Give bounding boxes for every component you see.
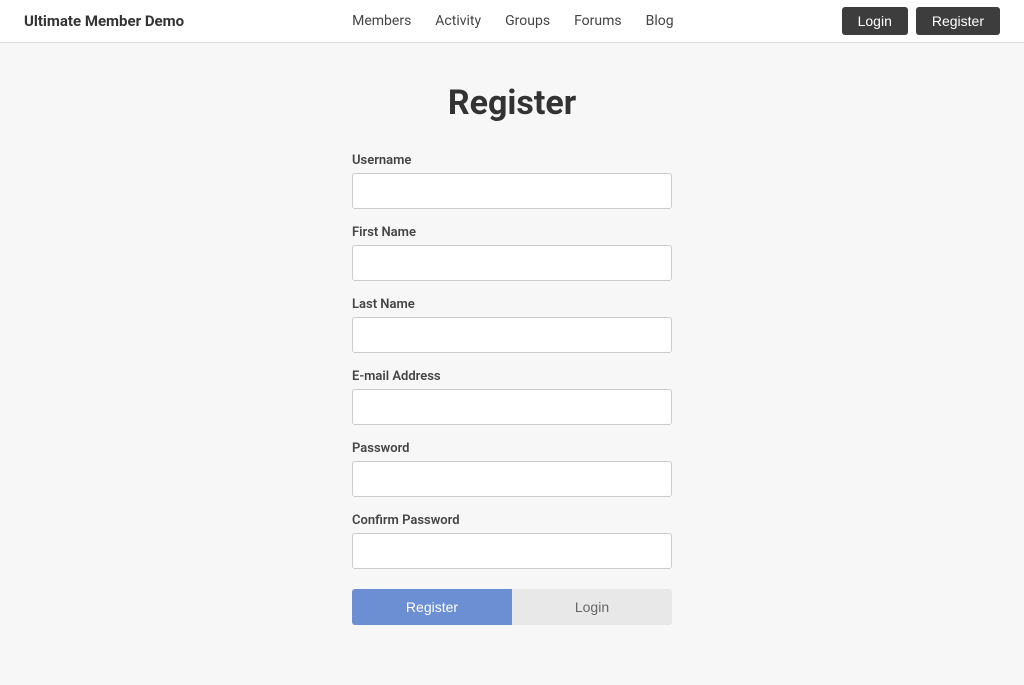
email-input[interactable]: [352, 389, 672, 425]
nav-link-members[interactable]: Members: [352, 13, 411, 29]
form-group-password: Password: [352, 441, 672, 497]
label-email: E-mail Address: [352, 369, 672, 384]
label-last-name: Last Name: [352, 297, 672, 312]
nav-item-activity[interactable]: Activity: [435, 13, 481, 29]
form-group-username: Username: [352, 153, 672, 209]
register-submit-button[interactable]: Register: [352, 589, 512, 625]
navbar-brand: Ultimate Member Demo: [24, 12, 184, 30]
form-group-email: E-mail Address: [352, 369, 672, 425]
nav-item-blog[interactable]: Blog: [646, 13, 674, 29]
page-title: Register: [448, 83, 576, 123]
navbar-nav: Members Activity Groups Forums Blog: [352, 13, 674, 29]
form-group-last-name: Last Name: [352, 297, 672, 353]
form-group-confirm-password: Confirm Password: [352, 513, 672, 569]
form-group-first-name: First Name: [352, 225, 672, 281]
label-password: Password: [352, 441, 672, 456]
label-username: Username: [352, 153, 672, 168]
nav-link-blog[interactable]: Blog: [646, 13, 674, 29]
label-confirm-password: Confirm Password: [352, 513, 672, 528]
navbar: Ultimate Member Demo Members Activity Gr…: [0, 0, 1024, 43]
nav-item-groups[interactable]: Groups: [505, 13, 550, 29]
password-input[interactable]: [352, 461, 672, 497]
last-name-input[interactable]: [352, 317, 672, 353]
nav-item-forums[interactable]: Forums: [574, 13, 622, 29]
confirm-password-input[interactable]: [352, 533, 672, 569]
navbar-login-button[interactable]: Login: [842, 7, 908, 35]
navbar-actions: Login Register: [842, 7, 1000, 35]
nav-link-groups[interactable]: Groups: [505, 13, 550, 29]
label-first-name: First Name: [352, 225, 672, 240]
nav-link-forums[interactable]: Forums: [574, 13, 622, 29]
register-form: Username First Name Last Name E-mail Add…: [352, 153, 672, 625]
first-name-input[interactable]: [352, 245, 672, 281]
nav-link-activity[interactable]: Activity: [435, 13, 481, 29]
username-input[interactable]: [352, 173, 672, 209]
main-content: Register Username First Name Last Name E…: [0, 43, 1024, 685]
navbar-register-button[interactable]: Register: [916, 7, 1000, 35]
form-actions: Register Login: [352, 589, 672, 625]
nav-item-members[interactable]: Members: [352, 13, 411, 29]
login-secondary-button[interactable]: Login: [512, 589, 672, 625]
